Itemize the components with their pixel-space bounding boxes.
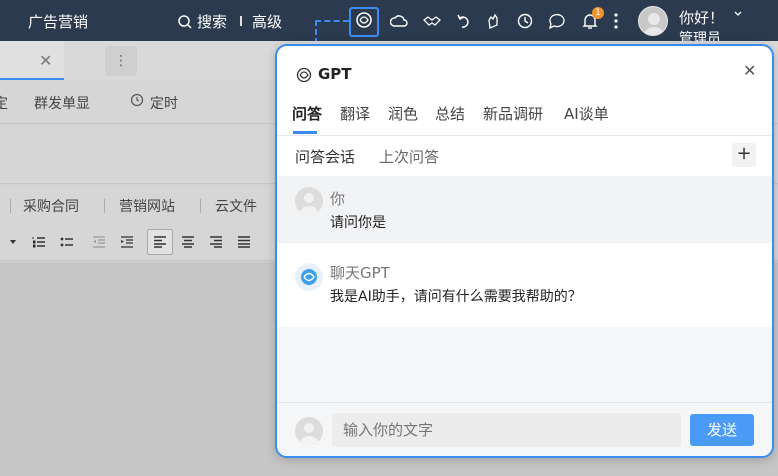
link-purchase-contract[interactable]: 采购合同	[23, 196, 79, 216]
tab-qa[interactable]: 问答	[292, 103, 322, 124]
avatar	[295, 187, 323, 220]
message-text: 请问你是	[330, 215, 386, 231]
option-mass-single[interactable]: 群发单显	[34, 93, 90, 113]
chevron-down-icon[interactable]	[734, 9, 742, 20]
outdent-icon[interactable]	[86, 229, 112, 255]
close-icon[interactable]: ✕	[39, 51, 52, 70]
session-subtabs: 问答会话 上次问答 +	[277, 136, 772, 176]
avatar	[295, 417, 323, 450]
nav-advanced[interactable]: 高级	[252, 11, 282, 32]
handshake-icon[interactable]	[421, 10, 443, 32]
panel-header: GPT ✕	[277, 46, 772, 96]
clock-icon	[130, 93, 144, 111]
active-tab-indicator	[293, 131, 317, 134]
panel-tabs: 问答 翻译 润色 总结 新品调研 AI谈单	[277, 98, 772, 136]
option-scheduled[interactable]: 定时	[150, 93, 178, 113]
user-avatar[interactable]	[638, 6, 668, 36]
user-greeting[interactable]: 你好！	[679, 7, 724, 28]
message-text: 我是AI助手，请问有什么需要我帮助的？	[330, 289, 582, 305]
more-vert-icon[interactable]	[605, 10, 627, 32]
tab-summary[interactable]: 总结	[435, 103, 465, 124]
tab-translate[interactable]: 翻译	[340, 103, 370, 124]
indent-icon[interactable]	[114, 229, 140, 255]
active-doc-tab[interactable]: ✕	[0, 41, 64, 80]
cloud-icon[interactable]	[388, 10, 410, 32]
tab-ai-negotiation[interactable]: AI谈单	[564, 103, 609, 124]
compose-bar: 发送	[277, 402, 772, 456]
tab-product-research[interactable]: 新品调研	[483, 103, 543, 124]
send-button[interactable]: 发送	[690, 414, 754, 446]
gpt-logo-icon	[296, 67, 312, 83]
align-justify-icon[interactable]	[231, 229, 257, 255]
message-sender: 聊天GPT	[330, 264, 390, 282]
chat-icon[interactable]	[546, 10, 568, 32]
new-session-button[interactable]: +	[732, 143, 756, 167]
undo-icon[interactable]	[453, 10, 475, 32]
nav-search[interactable]: 搜索	[197, 11, 227, 32]
message-assistant: 聊天GPT 我是AI助手，请问有什么需要我帮助的？	[277, 243, 772, 327]
ordered-list-icon[interactable]	[26, 229, 52, 255]
gpt-icon	[355, 11, 373, 33]
hand-icon[interactable]	[482, 10, 504, 32]
nav-divider	[240, 16, 242, 26]
tab-more-button[interactable]: ⋮	[105, 46, 137, 76]
top-nav-bar: 广告营销 搜索 高级 1 你好！ 管理员	[0, 0, 778, 47]
gpt-toggle-button[interactable]	[349, 7, 379, 37]
message-list: 你 请问你是 聊天GPT 我是AI助手，请问有什么需要我帮助的？	[277, 176, 772, 402]
gpt-avatar-icon	[295, 263, 323, 291]
notification-badge: 1	[592, 7, 604, 19]
subtab-last-qa[interactable]: 上次问答	[379, 146, 439, 167]
link-marketing-site[interactable]: 营销网站	[119, 196, 175, 216]
connector-line	[315, 20, 349, 22]
panel-title: GPT	[318, 65, 352, 83]
dropdown-arrow-icon[interactable]	[0, 229, 26, 255]
align-right-icon[interactable]	[203, 229, 229, 255]
link-cloud-files[interactable]: 云文件	[215, 196, 257, 216]
tab-polish[interactable]: 润色	[388, 103, 418, 124]
message-user: 你 请问你是	[277, 176, 772, 243]
option-fragment: 定	[0, 96, 8, 112]
clock-icon[interactable]	[514, 10, 536, 32]
align-center-icon[interactable]	[175, 229, 201, 255]
nav-ad-marketing[interactable]: 广告营销	[28, 11, 88, 32]
search-icon[interactable]	[174, 11, 196, 33]
bullet-list-icon[interactable]	[54, 229, 80, 255]
message-sender: 你	[330, 190, 346, 208]
gpt-panel: GPT ✕ 问答 翻译 润色 总结 新品调研 AI谈单 问答会话 上次问答 + …	[275, 44, 774, 458]
message-input[interactable]	[332, 413, 681, 447]
close-icon[interactable]: ✕	[743, 61, 756, 80]
align-left-icon[interactable]	[147, 229, 173, 255]
subtab-qa-session[interactable]: 问答会话	[295, 146, 355, 167]
